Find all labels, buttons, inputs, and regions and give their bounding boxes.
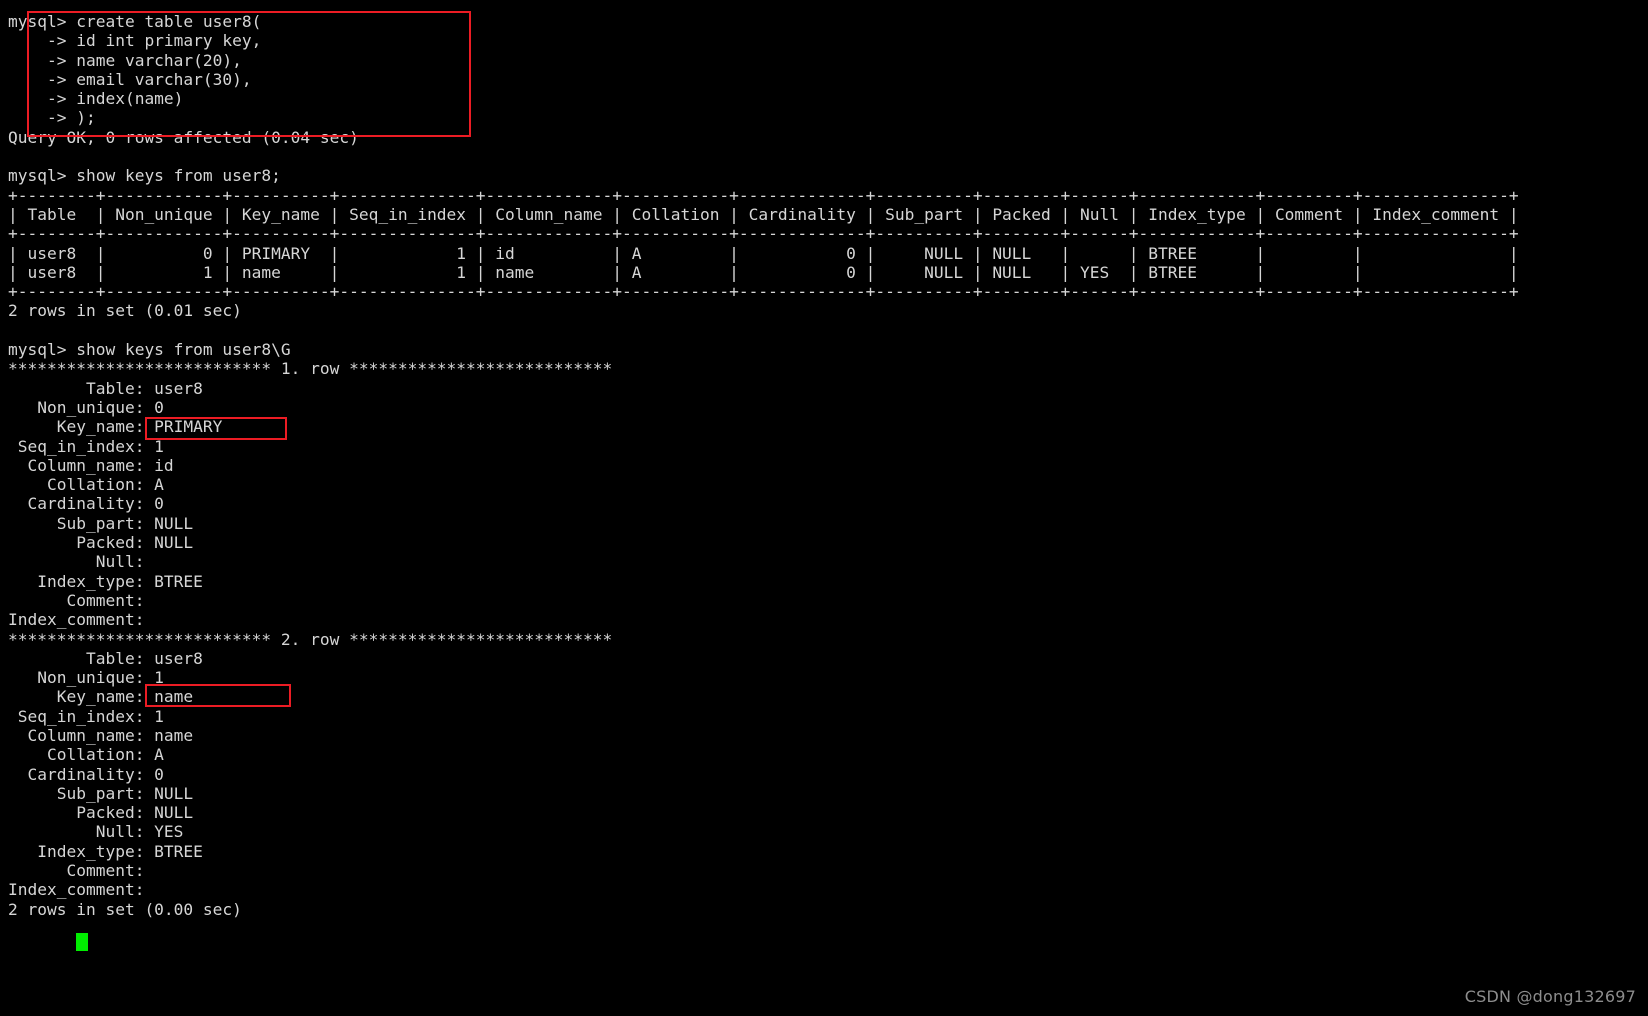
terminal-line: Index_comment:: [8, 610, 155, 630]
terminal-line: mysql> show keys from user8\G: [8, 340, 291, 360]
terminal-line: *************************** 1. row *****…: [8, 359, 613, 379]
terminal-output: mysql> create table user8( -> id int pri…: [8, 12, 1519, 919]
terminal-line: -> name varchar(20),: [8, 50, 242, 70]
terminal-line: +--------+------------+----------+------…: [8, 224, 1519, 244]
terminal-line: -> index(name): [8, 89, 184, 109]
terminal-line: mysql> create table user8(: [8, 12, 262, 31]
terminal-line: Key_name: name: [8, 687, 194, 707]
terminal-line: Null: YES: [8, 822, 184, 842]
terminal-line: -> email varchar(30),: [8, 69, 252, 89]
terminal-line: Cardinality: 0: [8, 494, 164, 514]
terminal-line: 2 rows in set (0.01 sec): [8, 301, 242, 321]
terminal-line: Non_unique: 1: [8, 668, 164, 688]
terminal-line: *************************** 2. row *****…: [8, 629, 613, 649]
terminal-line: Null:: [8, 552, 155, 572]
terminal-line: -> id int primary key,: [8, 31, 262, 51]
terminal-line: | user8 | 1 | name | 1 | name | A | 0 | …: [8, 262, 1519, 282]
terminal-line: Column_name: name: [8, 725, 194, 745]
terminal-line: Packed: NULL: [8, 533, 194, 553]
terminal-line: Table: user8: [8, 378, 203, 398]
terminal-line: Collation: A: [8, 475, 164, 495]
terminal-line: Sub_part: NULL: [8, 783, 194, 803]
terminal-line: Column_name: id: [8, 455, 174, 475]
terminal-line: Comment:: [8, 861, 155, 881]
terminal-line: Index_comment:: [8, 880, 155, 900]
terminal-line: Key_name: PRIMARY: [8, 417, 223, 437]
terminal-line: Comment:: [8, 590, 155, 610]
terminal-line: Cardinality: 0: [8, 764, 164, 784]
terminal-line: Table: user8: [8, 648, 203, 668]
terminal-line: -> );: [8, 108, 96, 128]
terminal-line: Index_type: BTREE: [8, 571, 203, 591]
csdn-watermark: CSDN @dong132697: [1464, 986, 1636, 1006]
terminal-line: Index_type: BTREE: [8, 841, 203, 861]
terminal-line: | Table | Non_unique | Key_name | Seq_in…: [8, 204, 1519, 224]
mysql-terminal-window[interactable]: mysql> create table user8( -> id int pri…: [0, 0, 1648, 1016]
terminal-line: +--------+------------+----------+------…: [8, 185, 1519, 205]
terminal-line: | user8 | 0 | PRIMARY | 1 | id | A | 0 |…: [8, 243, 1519, 263]
terminal-cursor: [76, 933, 88, 951]
terminal-line: Query OK, 0 rows affected (0.04 sec): [8, 127, 359, 147]
terminal-line: Collation: A: [8, 745, 164, 765]
terminal-line: +--------+------------+----------+------…: [8, 282, 1519, 302]
terminal-line: Non_unique: 0: [8, 397, 164, 417]
terminal-line: Packed: NULL: [8, 803, 194, 823]
terminal-line: Seq_in_index: 1: [8, 436, 164, 456]
terminal-line: mysql> show keys from user8;: [8, 166, 281, 186]
terminal-line: Seq_in_index: 1: [8, 706, 164, 726]
terminal-line: Sub_part: NULL: [8, 513, 194, 533]
terminal-line: 2 rows in set (0.00 sec): [8, 899, 242, 919]
